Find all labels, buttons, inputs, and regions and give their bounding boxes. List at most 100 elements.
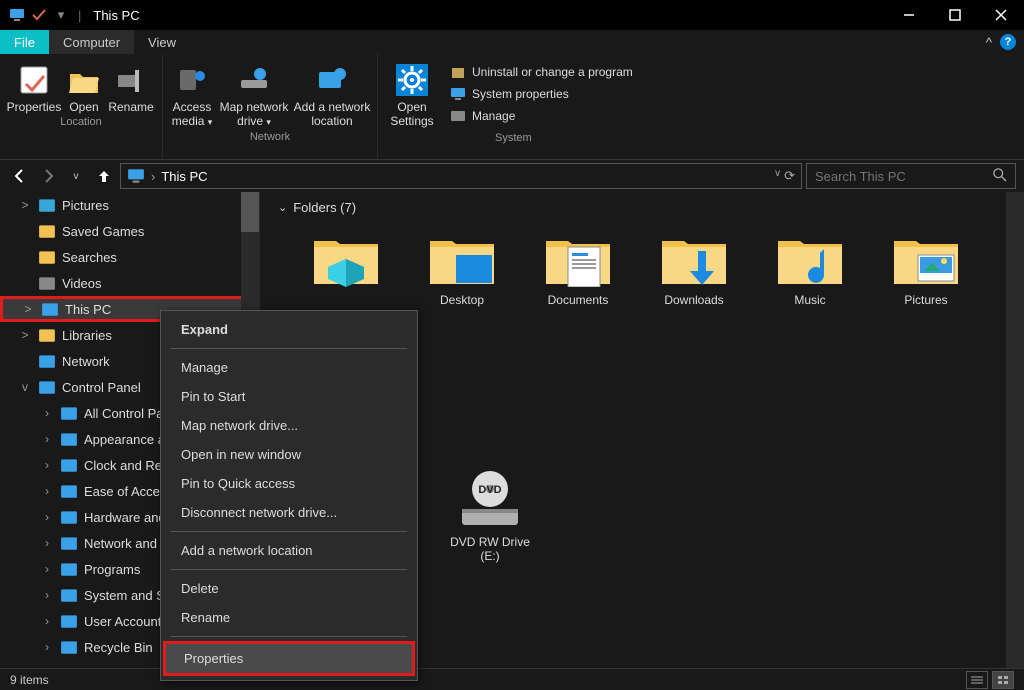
expand-icon[interactable]: ›: [40, 484, 54, 498]
ribbon: Properties Open Rename Location Access m…: [0, 54, 1024, 160]
content-scrollbar[interactable]: [1006, 192, 1024, 668]
tree-icon: [60, 560, 78, 578]
tree-icon: [60, 508, 78, 526]
tree-item-saved-games[interactable]: Saved Games: [0, 218, 259, 244]
chevron-down-icon[interactable]: ⌄: [278, 201, 287, 214]
refresh-icon[interactable]: ⟳: [784, 168, 795, 184]
menu-item-manage[interactable]: Manage: [163, 353, 415, 382]
folder-item[interactable]: [296, 225, 396, 307]
close-button[interactable]: [978, 0, 1024, 30]
window-title: This PC: [93, 8, 139, 23]
tree-icon: [60, 612, 78, 630]
tab-view[interactable]: View: [134, 30, 190, 54]
folder-item[interactable]: Desktop: [412, 225, 512, 307]
tab-computer[interactable]: Computer: [49, 30, 134, 54]
tree-icon: [60, 638, 78, 656]
address-bar[interactable]: › This PC v ⟳: [120, 163, 802, 189]
open-icon: [68, 64, 100, 96]
add-location-label: Add a network location: [293, 100, 371, 128]
check-icon: [30, 6, 48, 24]
search-icon[interactable]: [993, 168, 1007, 185]
tree-icon: [38, 352, 56, 370]
tree-item-videos[interactable]: Videos: [0, 270, 259, 296]
folder-item[interactable]: Pictures: [876, 225, 976, 307]
add-location-button[interactable]: Add a network location: [293, 58, 371, 128]
system-props-button[interactable]: System properties: [450, 86, 633, 102]
expand-icon[interactable]: ›: [40, 458, 54, 472]
expand-icon[interactable]: v: [18, 380, 32, 394]
expand-icon[interactable]: ›: [40, 432, 54, 446]
folder-item[interactable]: DVD DVD RW Drive (E:): [440, 467, 540, 563]
group-network-label: Network: [250, 129, 290, 147]
add-location-icon: [316, 64, 348, 96]
tree-icon: [38, 378, 56, 396]
expand-icon[interactable]: >: [21, 302, 35, 316]
chevron-down-icon[interactable]: v: [775, 168, 780, 184]
expand-icon[interactable]: ›: [40, 614, 54, 628]
group-location-label: Location: [60, 114, 102, 132]
folder-label: Documents: [548, 293, 609, 307]
expand-icon[interactable]: ›: [40, 510, 54, 524]
expand-icon[interactable]: ›: [40, 406, 54, 420]
nav-forward-button[interactable]: [36, 164, 60, 188]
tab-file[interactable]: File: [0, 30, 49, 54]
nav-back-button[interactable]: [8, 164, 32, 188]
expand-icon[interactable]: >: [18, 328, 32, 342]
menu-item-map-network-drive-[interactable]: Map network drive...: [163, 411, 415, 440]
nav-up-button[interactable]: [92, 164, 116, 188]
menu-item-add-a-network-location[interactable]: Add a network location: [163, 536, 415, 565]
tree-icon: [60, 534, 78, 552]
view-icons-button[interactable]: [992, 671, 1014, 689]
menu-item-rename[interactable]: Rename: [163, 603, 415, 632]
menu-item-expand[interactable]: Expand: [163, 315, 415, 344]
menu-separator: [171, 531, 407, 532]
manage-button[interactable]: Manage: [450, 108, 633, 124]
open-label: Open: [69, 100, 98, 114]
tree-icon: [38, 222, 56, 240]
expand-icon[interactable]: ›: [40, 536, 54, 550]
menu-item-delete[interactable]: Delete: [163, 574, 415, 603]
open-settings-button[interactable]: Open Settings: [384, 58, 440, 128]
open-button[interactable]: Open: [62, 58, 106, 114]
menu-separator: [171, 348, 407, 349]
menu-item-pin-to-start[interactable]: Pin to Start: [163, 382, 415, 411]
uninstall-button[interactable]: Uninstall or change a program: [450, 64, 633, 80]
context-menu: Expand ManagePin to StartMap network driv…: [160, 310, 418, 681]
monitor-icon: [8, 6, 26, 24]
search-input[interactable]: [815, 169, 993, 184]
tree-item-pictures[interactable]: >Pictures: [0, 192, 259, 218]
rename-label: Rename: [108, 100, 153, 114]
group-system-label: System: [495, 130, 532, 148]
properties-button[interactable]: Properties: [6, 58, 62, 114]
expand-icon[interactable]: ›: [40, 562, 54, 576]
ribbon-collapse-icon[interactable]: ^: [986, 35, 992, 50]
folder-item[interactable]: Downloads: [644, 225, 744, 307]
folder-icon: [426, 225, 498, 287]
tree-label: Network: [62, 354, 110, 369]
search-box[interactable]: [806, 163, 1016, 189]
folder-label: DVD RW Drive (E:): [440, 535, 540, 563]
group-header[interactable]: ⌄Folders (7): [278, 200, 1006, 215]
menu-item-properties[interactable]: Properties: [163, 641, 415, 676]
access-media-button[interactable]: Access media ▾: [169, 58, 215, 129]
map-drive-button[interactable]: Map network drive ▾: [215, 58, 293, 129]
svg-text:DVD: DVD: [478, 484, 501, 496]
expand-icon[interactable]: ›: [40, 588, 54, 602]
view-details-button[interactable]: [966, 671, 988, 689]
folder-item[interactable]: Documents: [528, 225, 628, 307]
folder-item[interactable]: Music: [760, 225, 860, 307]
tree-item-searches[interactable]: Searches: [0, 244, 259, 270]
folder-icon: [774, 225, 846, 287]
minimize-button[interactable]: [886, 0, 932, 30]
nav-recent-button[interactable]: v: [64, 164, 88, 188]
rename-button[interactable]: Rename: [106, 58, 156, 114]
qat-dropdown-icon[interactable]: ▾: [52, 6, 70, 24]
menu-item-disconnect-network-drive-[interactable]: Disconnect network drive...: [163, 498, 415, 527]
expand-icon[interactable]: >: [18, 198, 32, 212]
maximize-button[interactable]: [932, 0, 978, 30]
expand-icon[interactable]: ›: [40, 640, 54, 654]
menu-item-pin-to-quick-access[interactable]: Pin to Quick access: [163, 469, 415, 498]
menu-item-open-in-new-window[interactable]: Open in new window: [163, 440, 415, 469]
access-media-icon: [176, 64, 208, 96]
help-icon[interactable]: ?: [1000, 34, 1016, 50]
